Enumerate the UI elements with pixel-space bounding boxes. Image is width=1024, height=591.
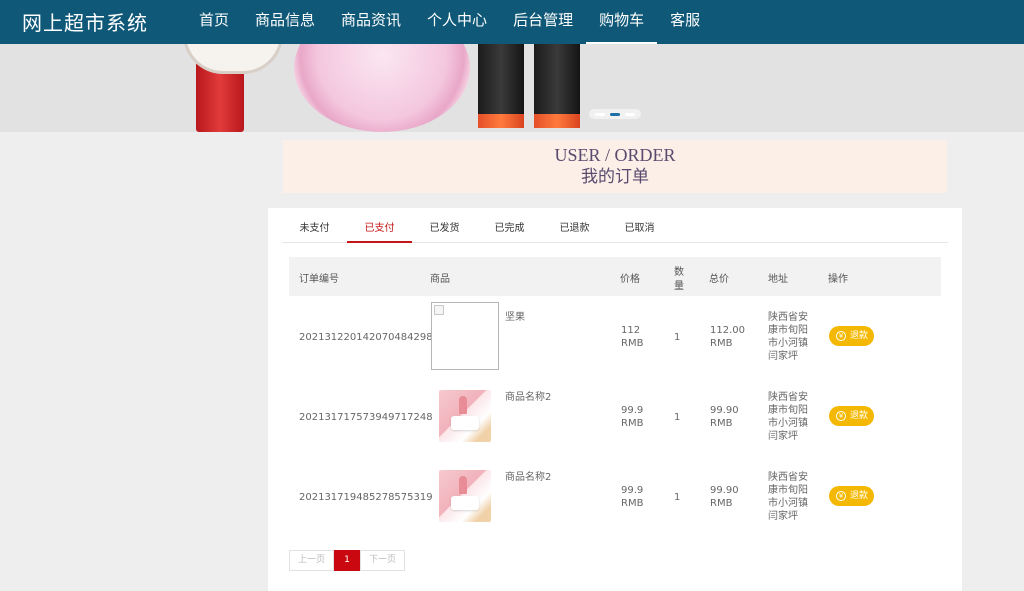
col-header-total: 总价 bbox=[709, 274, 729, 285]
banner-lipstick bbox=[478, 44, 524, 128]
tab-refunded[interactable]: 已退款 bbox=[542, 218, 607, 242]
address-line: 陕西省安 bbox=[768, 312, 808, 323]
col-header-order-no: 订单编号 bbox=[299, 274, 339, 285]
price-unit: RMB bbox=[621, 498, 644, 509]
page-title: 我的订单 bbox=[581, 167, 649, 187]
quantity: 1 bbox=[674, 332, 681, 343]
total-value: 112.00 bbox=[710, 325, 745, 336]
col-header-address: 地址 bbox=[768, 274, 788, 285]
banner-carousel[interactable] bbox=[0, 44, 1024, 132]
price-unit: RMB bbox=[621, 338, 644, 349]
nav-item-cart[interactable]: 购物车 bbox=[586, 0, 658, 44]
col-header-product: 商品 bbox=[430, 274, 450, 285]
price-unit: RMB bbox=[621, 418, 644, 429]
carousel-dot[interactable] bbox=[595, 112, 606, 116]
total-unit: RMB bbox=[710, 498, 733, 509]
product-name[interactable]: 商品名称2 bbox=[505, 391, 551, 404]
product-image[interactable] bbox=[439, 390, 491, 442]
table-row: 202131719485278575319 商品名称2 99.9 RMB 1 9… bbox=[289, 456, 941, 536]
nav-item-news[interactable]: 商品资讯 bbox=[328, 0, 414, 44]
nav-item-admin[interactable]: 后台管理 bbox=[500, 0, 586, 44]
next-page-button[interactable]: 下一页 bbox=[360, 550, 406, 571]
refund-button[interactable]: ¥ 退款 bbox=[829, 406, 874, 426]
address-line: 市小河镇 bbox=[768, 418, 808, 429]
banner-compact-mirror bbox=[294, 44, 470, 132]
total-value: 99.90 bbox=[710, 405, 739, 416]
nav-item-service[interactable]: 客服 bbox=[657, 0, 713, 44]
tab-cancelled[interactable]: 已取消 bbox=[607, 218, 672, 242]
price-value: 99.9 bbox=[621, 485, 644, 496]
col-header-price: 价格 bbox=[620, 274, 640, 285]
tab-shipped[interactable]: 已发货 bbox=[412, 218, 477, 242]
tab-unpaid[interactable]: 未支付 bbox=[282, 218, 347, 242]
table-row: 20213171757394971724​8 商品名称2 99.9 RMB 1 … bbox=[289, 376, 941, 456]
order-status-tabs: 未支付 已支付 已发货 已完成 已退款 已取消 bbox=[282, 218, 948, 243]
product-name[interactable]: 坚果 bbox=[505, 311, 525, 324]
total-value: 99.90 bbox=[710, 485, 739, 496]
top-nav-bar: 网上超市系统 首页 商品信息 商品资讯 个人中心 后台管理 购物车 客服 bbox=[0, 0, 1024, 44]
carousel-indicators bbox=[589, 109, 641, 119]
address-line: 市小河镇 bbox=[768, 338, 808, 349]
nav-item-profile[interactable]: 个人中心 bbox=[414, 0, 500, 44]
orders-table-header: 订单编号 商品 价格 数 量 总价 地址 操作 bbox=[289, 257, 941, 296]
nav-item-home[interactable]: 首页 bbox=[186, 0, 242, 44]
tab-paid[interactable]: 已支付 bbox=[347, 218, 412, 243]
table-row: 202131220142070484298 坚果 112 RMB 1 112.0… bbox=[289, 296, 941, 376]
address-line: 陕西省安 bbox=[768, 392, 808, 403]
product-image[interactable] bbox=[439, 470, 491, 522]
col-header-qty-1: 数 bbox=[674, 267, 684, 278]
address-line: 市小河镇 bbox=[768, 498, 808, 509]
quantity: 1 bbox=[674, 412, 681, 423]
pagination: 上一页 1 下一页 bbox=[289, 550, 406, 571]
orders-panel: 未支付 已支付 已发货 已完成 已退款 已取消 订单编号 商品 价格 数 量 总… bbox=[268, 208, 962, 591]
price-value: 99.9 bbox=[621, 405, 644, 416]
order-number: 202131220142070484298 bbox=[299, 332, 433, 343]
prev-page-button[interactable]: 上一页 bbox=[289, 550, 335, 571]
order-number: 20213171757394971724​8 bbox=[299, 412, 433, 423]
refund-button-label: 退款 bbox=[850, 491, 869, 501]
banner-lipstick bbox=[534, 44, 580, 128]
product-image[interactable] bbox=[431, 302, 499, 370]
refund-button-label: 退款 bbox=[850, 331, 869, 341]
address-line: 陕西省安 bbox=[768, 472, 808, 483]
col-header-action: 操作 bbox=[828, 274, 848, 285]
refund-button[interactable]: ¥ 退款 bbox=[829, 326, 874, 346]
site-brand[interactable]: 网上超市系统 bbox=[22, 7, 148, 36]
nav-item-products[interactable]: 商品信息 bbox=[242, 0, 328, 44]
yuan-coin-icon: ¥ bbox=[836, 491, 846, 501]
carousel-dot[interactable] bbox=[624, 112, 635, 116]
main-nav: 首页 商品信息 商品资讯 个人中心 后台管理 购物车 客服 bbox=[186, 0, 713, 44]
total-unit: RMB bbox=[710, 338, 733, 349]
carousel-dot-active[interactable] bbox=[609, 112, 620, 116]
address-line: 康市旬阳 bbox=[768, 325, 808, 336]
refund-button[interactable]: ¥ 退款 bbox=[829, 486, 874, 506]
yuan-coin-icon: ¥ bbox=[836, 411, 846, 421]
page-number-current[interactable]: 1 bbox=[334, 550, 361, 571]
quantity: 1 bbox=[674, 492, 681, 503]
price-value: 112 bbox=[621, 325, 641, 336]
total-unit: RMB bbox=[710, 418, 733, 429]
broken-image-icon bbox=[434, 305, 444, 315]
product-name[interactable]: 商品名称2 bbox=[505, 471, 551, 484]
address-line: 闫家坪 bbox=[768, 511, 798, 522]
address-line: 康市旬阳 bbox=[768, 405, 808, 416]
col-header-qty-2: 量 bbox=[674, 281, 684, 292]
page-title-en: USER / ORDER bbox=[554, 145, 676, 165]
address-line: 闫家坪 bbox=[768, 431, 798, 442]
yuan-coin-icon: ¥ bbox=[836, 331, 846, 341]
tab-completed[interactable]: 已完成 bbox=[477, 218, 542, 242]
refund-button-label: 退款 bbox=[850, 411, 869, 421]
address-line: 康市旬阳 bbox=[768, 485, 808, 496]
order-number: 202131719485278575319 bbox=[299, 492, 433, 503]
page-title-band: USER / ORDER 我的订单 bbox=[283, 140, 947, 193]
address-line: 闫家坪 bbox=[768, 351, 798, 362]
